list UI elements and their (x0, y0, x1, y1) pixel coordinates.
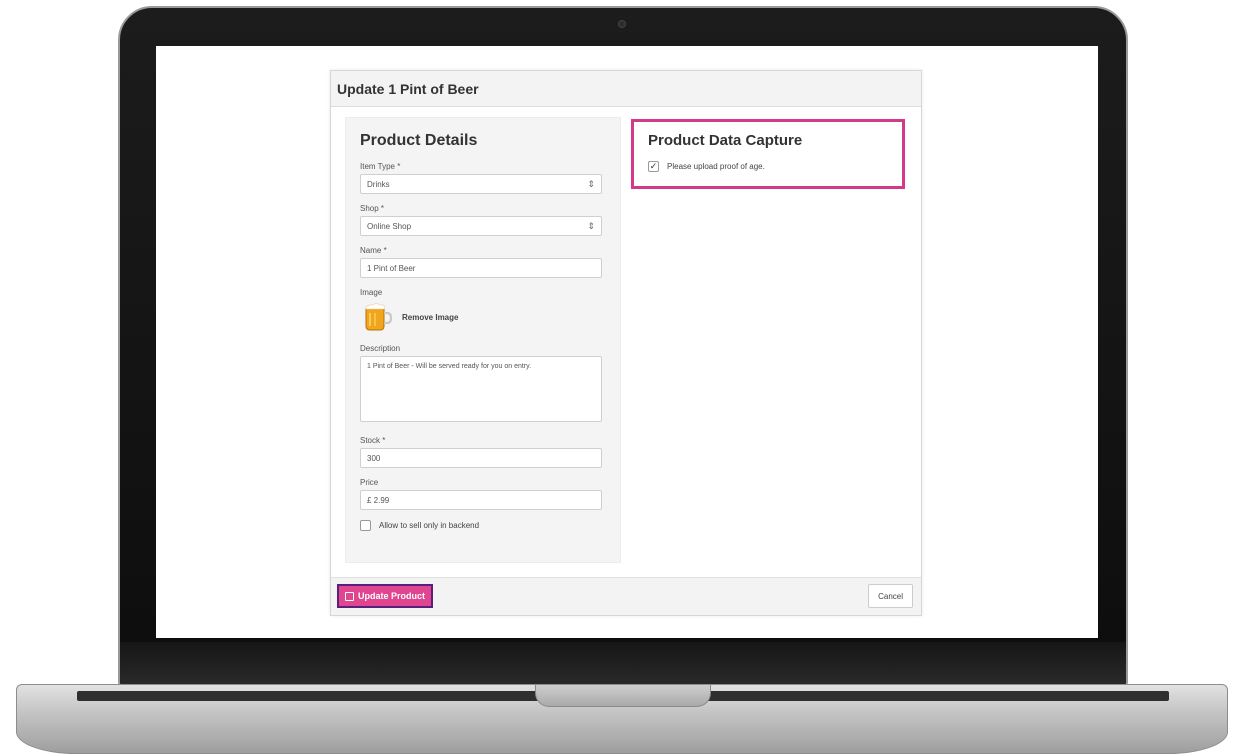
laptop-screen: Update 1 Pint of Beer Product Details It… (156, 46, 1098, 638)
update-product-label: Update Product (358, 591, 426, 601)
proof-of-age-label: Please upload proof of age. (667, 162, 765, 171)
trackpad-notch (535, 685, 711, 707)
beer-mug-icon (364, 303, 393, 331)
item-type-value: Drinks (367, 179, 390, 189)
product-data-capture-panel: Product Data Capture ✓ Please upload pro… (631, 119, 905, 189)
name-value: 1 Pint of Beer (367, 263, 416, 273)
description-label: Description (360, 344, 401, 353)
proof-of-age-checkbox[interactable]: ✓ (648, 161, 659, 172)
product-details-panel: Product Details Item Type * Drinks ⇕ Sho… (345, 117, 621, 563)
shop-value: Online Shop (367, 221, 412, 231)
camera-icon (618, 20, 626, 28)
shop-select[interactable]: Online Shop ⇕ (360, 216, 602, 236)
description-textarea[interactable]: 1 Pint of Beer - Will be served ready fo… (360, 356, 602, 422)
name-input[interactable]: 1 Pint of Beer (360, 258, 602, 278)
item-type-select[interactable]: Drinks ⇕ (360, 174, 602, 194)
stock-input[interactable]: 300 (360, 448, 602, 468)
select-arrows-icon: ⇕ (587, 179, 595, 189)
image-row: Remove Image (360, 300, 606, 334)
laptop-base (16, 684, 1228, 754)
item-type-label: Item Type * (360, 162, 401, 171)
backend-only-row: Allow to sell only in backend (360, 520, 606, 531)
update-product-modal: Update 1 Pint of Beer Product Details It… (330, 70, 922, 616)
cancel-label: Cancel (878, 591, 903, 601)
price-label: Price (360, 478, 379, 487)
hinge-strip (120, 642, 1126, 686)
update-product-button[interactable]: Update Product (337, 584, 434, 608)
price-value: £ 2.99 (367, 495, 390, 505)
image-label: Image (360, 288, 383, 297)
modal-footer: Update Product Cancel (331, 577, 921, 615)
modal-title: Update 1 Pint of Beer (337, 80, 479, 97)
description-value: 1 Pint of Beer - Will be served ready fo… (367, 363, 532, 370)
save-icon (345, 591, 354, 601)
proof-of-age-row: ✓ Please upload proof of age. (648, 161, 888, 172)
shop-label: Shop * (360, 204, 385, 213)
price-input[interactable]: £ 2.99 (360, 490, 602, 510)
product-data-capture-title: Product Data Capture (648, 132, 803, 149)
laptop-lid: Update 1 Pint of Beer Product Details It… (118, 6, 1128, 688)
stock-label: Stock * (360, 436, 386, 445)
product-details-title: Product Details (360, 132, 478, 149)
name-label: Name * (360, 246, 387, 255)
stock-value: 300 (367, 453, 381, 463)
backend-only-label: Allow to sell only in backend (379, 521, 480, 530)
modal-header: Update 1 Pint of Beer (331, 71, 921, 107)
remove-image-link[interactable]: Remove Image (402, 313, 458, 322)
select-arrows-icon: ⇕ (587, 221, 595, 231)
backend-only-checkbox[interactable] (360, 520, 371, 531)
cancel-button[interactable]: Cancel (868, 584, 913, 608)
